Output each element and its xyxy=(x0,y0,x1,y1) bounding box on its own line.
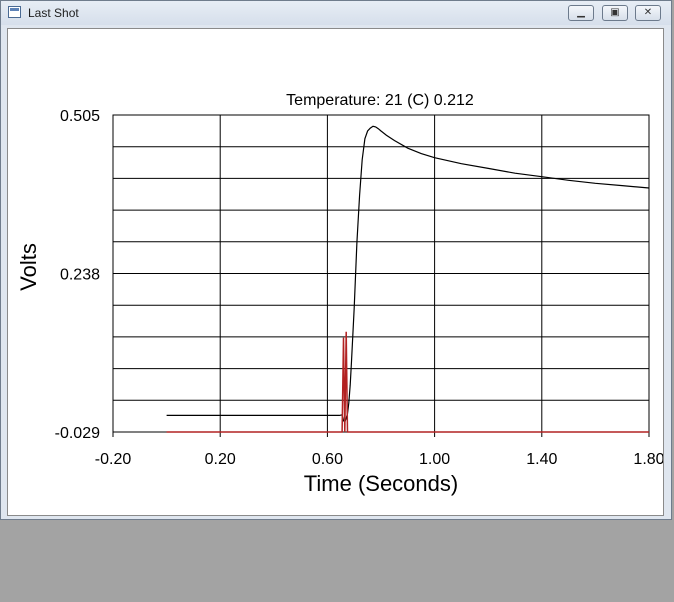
chart-title: Temperature: 21 (C) 0.212 xyxy=(286,92,474,109)
y-axis-label: Volts xyxy=(16,243,41,291)
x-tick-label: 0.20 xyxy=(205,451,236,468)
x-tick-label: 1.00 xyxy=(419,451,450,468)
y-tick-labels: 0.505 0.238 -0.029 xyxy=(55,108,100,442)
x-tick-label: -0.20 xyxy=(95,451,132,468)
y-tick-label: 0.505 xyxy=(60,108,100,125)
x-tick-label: 1.40 xyxy=(526,451,557,468)
x-tick-label: 1.80 xyxy=(633,451,663,468)
window-title: Last Shot xyxy=(28,6,79,20)
maximize-button[interactable]: ▣ xyxy=(602,5,628,21)
chart-panel: -0.20 0.20 0.60 1.00 1.40 1.80 0.505 0.238 -0.0… xyxy=(7,28,665,516)
y-tick-label: 0.238 xyxy=(60,267,100,284)
minimize-icon: ▁ xyxy=(577,7,585,18)
maximize-icon: ▣ xyxy=(610,7,620,18)
x-tick-labels: -0.20 0.20 0.60 1.00 1.40 1.80 xyxy=(95,451,665,468)
x-axis-label: Time (Seconds) xyxy=(304,471,458,496)
title-bar[interactable]: Last Shot ▁ ▣ ✕ xyxy=(1,1,671,25)
close-button[interactable]: ✕ xyxy=(635,5,661,21)
app-window: Last Shot ▁ ▣ ✕ -0.20 0.20 0.60 1.00 1.40 1.8… xyxy=(0,0,672,520)
x-tick-label: 0.60 xyxy=(312,451,343,468)
app-window-icon xyxy=(8,6,21,18)
minimize-button[interactable]: ▁ xyxy=(568,5,594,21)
close-icon: ✕ xyxy=(643,7,653,18)
y-tick-label: -0.029 xyxy=(55,425,100,442)
chart-svg: -0.20 0.20 0.60 1.00 1.40 1.80 0.505 0.238 -0.0… xyxy=(16,92,665,496)
